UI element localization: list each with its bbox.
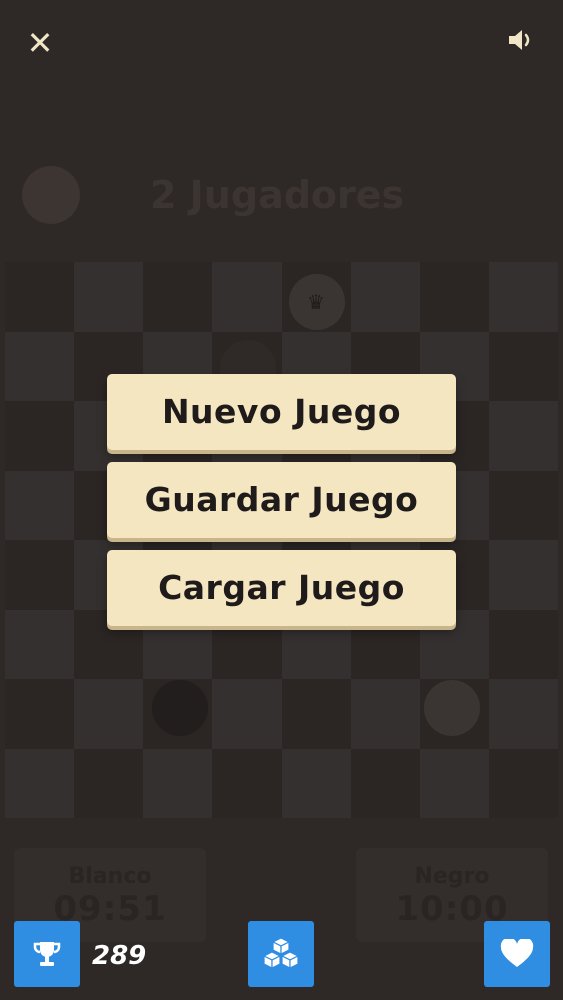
cubes-icon	[262, 937, 300, 969]
board-square	[488, 331, 558, 401]
save-game-button[interactable]: Guardar Juego	[107, 462, 456, 538]
board-square	[212, 679, 282, 749]
trophy-icon	[33, 942, 61, 966]
board-square	[488, 609, 558, 679]
board-square	[212, 748, 282, 818]
board-square	[5, 262, 75, 332]
black-label: Negro	[414, 864, 490, 889]
board-square	[74, 748, 144, 818]
board-square	[5, 401, 75, 471]
close-icon[interactable]: ✕	[22, 26, 58, 60]
board-square	[488, 401, 558, 471]
board-square	[5, 540, 75, 610]
board-square	[74, 679, 144, 749]
load-game-button[interactable]: Cargar Juego	[107, 550, 456, 626]
board-square	[350, 748, 420, 818]
score-value: 289	[92, 941, 147, 971]
new-game-button[interactable]: Nuevo Juego	[107, 374, 456, 450]
board-square	[488, 679, 558, 749]
board-square	[5, 331, 75, 401]
board-square	[143, 262, 213, 332]
board-square	[5, 609, 75, 679]
board-square	[281, 679, 351, 749]
board-square	[212, 262, 282, 332]
crown-icon: ♛	[307, 290, 325, 314]
board-piece	[152, 680, 208, 736]
board-square	[281, 748, 351, 818]
board-square	[143, 748, 213, 818]
board-square	[350, 679, 420, 749]
white-label: Blanco	[68, 864, 152, 889]
cubes-button[interactable]	[248, 921, 314, 987]
board-square	[5, 470, 75, 540]
player-avatar	[22, 166, 80, 224]
heart-button[interactable]	[484, 921, 550, 987]
board-square	[5, 748, 75, 818]
board-square	[488, 748, 558, 818]
board-square	[488, 470, 558, 540]
king-piece: ♛	[289, 274, 345, 330]
board-square	[419, 262, 489, 332]
game-mode-title: 2 Jugadores	[150, 173, 405, 217]
heart-icon	[500, 939, 534, 967]
board-square	[488, 540, 558, 610]
speaker-icon[interactable]	[506, 26, 542, 56]
board-square	[488, 262, 558, 332]
pause-menu: Nuevo Juego Guardar Juego Cargar Juego	[107, 374, 456, 638]
board-piece	[424, 680, 480, 736]
trophy-button[interactable]	[14, 921, 80, 987]
board-square	[5, 679, 75, 749]
board-square	[74, 262, 144, 332]
board-square	[419, 748, 489, 818]
board-square	[350, 262, 420, 332]
